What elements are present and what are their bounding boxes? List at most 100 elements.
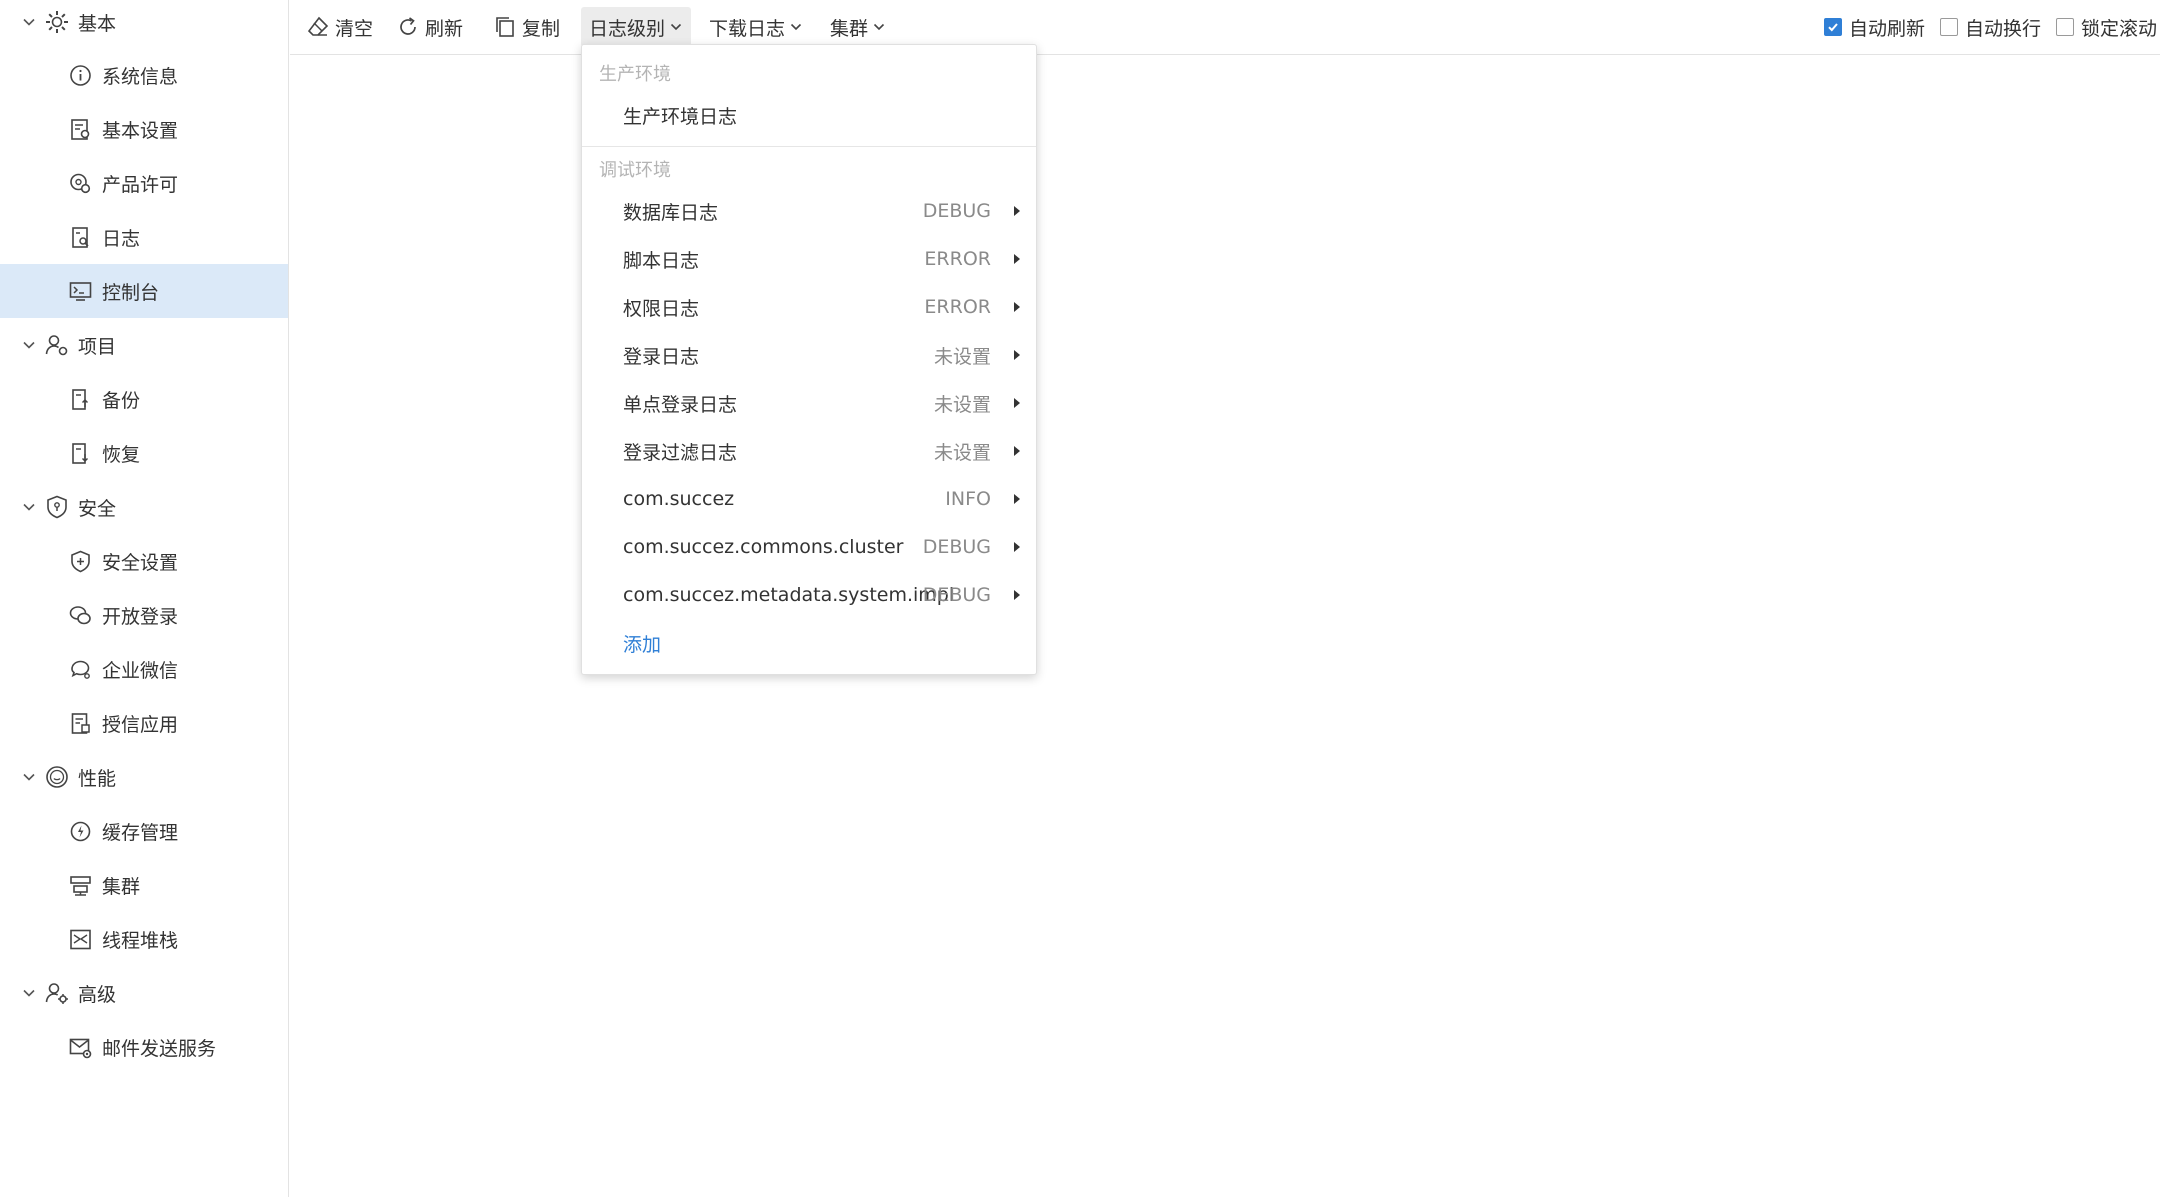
sidebar-item-open-login[interactable]: 开放登录 xyxy=(0,588,288,642)
cluster-icon xyxy=(70,875,91,896)
console-toolbar: 清空 刷新 复制 日志级别 下载日志 集群 自动刷新 自动换行 锁定滚动 xyxy=(290,0,2160,55)
gear-icon xyxy=(46,11,68,33)
menu-item-script-log[interactable]: 脚本日志 ERROR xyxy=(582,235,1036,283)
menu-item-sso-log[interactable]: 单点登录日志 未设置 xyxy=(582,379,1036,427)
refresh-label: 刷新 xyxy=(425,17,464,40)
nav-group-label: 性能 xyxy=(78,767,117,790)
log-level-menu: 生产环境 生产环境日志 调试环境 数据库日志 DEBUG 脚本日志 ERROR … xyxy=(581,44,1037,675)
checkbox-unchecked-icon xyxy=(2056,18,2074,36)
menu-item-com-succez[interactable]: com.succez INFO xyxy=(582,475,1036,523)
sidebar-item-thread-stack[interactable]: 线程堆栈 xyxy=(0,912,288,966)
caret-right-icon xyxy=(1014,350,1020,360)
menu-item-database-log[interactable]: 数据库日志 DEBUG xyxy=(582,187,1036,235)
shield-plus-icon xyxy=(71,550,90,572)
menu-item-label: 权限日志 xyxy=(623,297,700,320)
project-users-icon xyxy=(45,335,68,356)
nav-group-label: 高级 xyxy=(78,983,117,1006)
clear-label: 清空 xyxy=(335,17,374,40)
sidebar-item-log[interactable]: 日志 xyxy=(0,210,288,264)
menu-item-production-log[interactable]: 生产环境日志 xyxy=(582,91,1036,139)
nav-group-performance[interactable]: 性能 xyxy=(0,750,288,804)
menu-add-link[interactable]: 添加 xyxy=(582,619,1036,667)
sidebar-item-label: 授信应用 xyxy=(102,713,179,736)
auto-wrap-checkbox[interactable]: 自动换行 xyxy=(1940,13,2041,41)
menu-item-permission-log[interactable]: 权限日志 ERROR xyxy=(582,283,1036,331)
sidebar-item-label: 基本设置 xyxy=(102,119,179,142)
copy-button[interactable]: 复制 xyxy=(485,7,568,47)
sidebar-item-label: 集群 xyxy=(102,875,141,898)
caret-right-icon xyxy=(1014,590,1020,600)
nav-group-security[interactable]: 安全 xyxy=(0,480,288,534)
restore-icon xyxy=(72,442,89,464)
menu-item-level: 未设置 xyxy=(933,441,991,464)
chevron-down-icon xyxy=(790,23,802,31)
menu-item-metadata-system-impl[interactable]: com.succez.metadata.system.impl DEBUG xyxy=(582,571,1036,619)
download-log-dropdown[interactable]: 下载日志 xyxy=(701,7,811,47)
caret-right-icon xyxy=(1014,542,1020,552)
nav-group-advanced[interactable]: 高级 xyxy=(0,966,288,1020)
menu-item-level: INFO xyxy=(945,488,991,510)
sidebar-item-backup[interactable]: 备份 xyxy=(0,372,288,426)
caret-right-icon xyxy=(1014,254,1020,264)
backup-icon xyxy=(72,388,89,410)
nav-group-label: 基本 xyxy=(78,12,117,35)
sidebar-item-trusted-apps[interactable]: 授信应用 xyxy=(0,696,288,750)
caret-right-icon xyxy=(1014,302,1020,312)
cluster-label: 集群 xyxy=(830,17,869,40)
sidebar-item-label: 缓存管理 xyxy=(102,821,179,844)
cache-icon xyxy=(70,821,91,841)
sidebar-item-mail-service[interactable]: 邮件发送服务 xyxy=(0,1020,288,1074)
sidebar-item-label: 线程堆栈 xyxy=(102,929,179,952)
user-settings-icon xyxy=(45,983,68,1004)
clear-button[interactable]: 清空 xyxy=(298,7,381,47)
nav-group-label: 安全 xyxy=(78,497,117,520)
sidebar-item-enterprise-wechat[interactable]: 企业微信 xyxy=(0,642,288,696)
console-icon xyxy=(69,281,92,301)
menu-item-level: ERROR xyxy=(924,296,991,318)
menu-item-level: ERROR xyxy=(924,248,991,270)
log-level-dropdown[interactable]: 日志级别 xyxy=(581,7,692,47)
nav-group-basic[interactable]: 基本 xyxy=(0,0,288,49)
menu-item-login-log[interactable]: 登录日志 未设置 xyxy=(582,331,1036,379)
chevron-down-icon xyxy=(23,341,35,349)
sidebar-item-label: 开放登录 xyxy=(102,605,179,628)
lock-scroll-checkbox[interactable]: 锁定滚动 xyxy=(2056,13,2157,41)
menu-item-label: 数据库日志 xyxy=(623,201,719,224)
sidebar-item-label: 安全设置 xyxy=(102,551,179,574)
sidebar-item-console[interactable]: 控制台 xyxy=(0,264,288,318)
auto-refresh-checkbox[interactable]: 自动刷新 xyxy=(1824,13,1925,41)
menu-item-login-filter-log[interactable]: 登录过滤日志 未设置 xyxy=(582,427,1036,475)
sidebar-item-cluster[interactable]: 集群 xyxy=(0,858,288,912)
sidebar-item-label: 日志 xyxy=(102,227,141,250)
sidebar-item-system-info[interactable]: 系统信息 xyxy=(0,48,288,102)
menu-item-label: com.succez.metadata.system.impl xyxy=(623,584,955,606)
menu-section-debug: 调试环境 xyxy=(599,160,671,181)
sidebar-item-cache[interactable]: 缓存管理 xyxy=(0,804,288,858)
menu-item-commons-cluster[interactable]: com.succez.commons.cluster DEBUG xyxy=(582,523,1036,571)
download-log-label: 下载日志 xyxy=(709,17,786,40)
refresh-button[interactable]: 刷新 xyxy=(388,7,471,47)
mail-settings-icon xyxy=(69,1038,92,1058)
menu-section-production: 生产环境 xyxy=(599,64,671,85)
sidebar-item-basic-settings[interactable]: 基本设置 xyxy=(0,102,288,156)
sidebar-item-license[interactable]: 产品许可 xyxy=(0,156,288,210)
sidebar-item-label: 企业微信 xyxy=(102,659,179,682)
sidebar-item-security-settings[interactable]: 安全设置 xyxy=(0,534,288,588)
caret-right-icon xyxy=(1014,494,1020,504)
auto-refresh-label: 自动刷新 xyxy=(1849,17,1926,40)
chevron-down-icon xyxy=(23,18,35,26)
checkbox-checked-icon xyxy=(1824,18,1842,36)
chevron-down-icon xyxy=(873,23,885,31)
menu-item-level: DEBUG xyxy=(922,584,991,606)
menu-divider xyxy=(582,146,1036,147)
copy-label: 复制 xyxy=(522,17,561,40)
menu-item-label: 登录日志 xyxy=(623,345,700,368)
menu-item-label: com.succez xyxy=(623,488,735,510)
cluster-dropdown[interactable]: 集群 xyxy=(822,7,894,47)
nav-group-project[interactable]: 项目 xyxy=(0,318,288,372)
chevron-down-icon xyxy=(670,23,682,31)
info-icon xyxy=(70,64,91,86)
sidebar-item-restore[interactable]: 恢复 xyxy=(0,426,288,480)
log-level-label: 日志级别 xyxy=(589,17,666,40)
log-doc-icon xyxy=(72,226,89,248)
